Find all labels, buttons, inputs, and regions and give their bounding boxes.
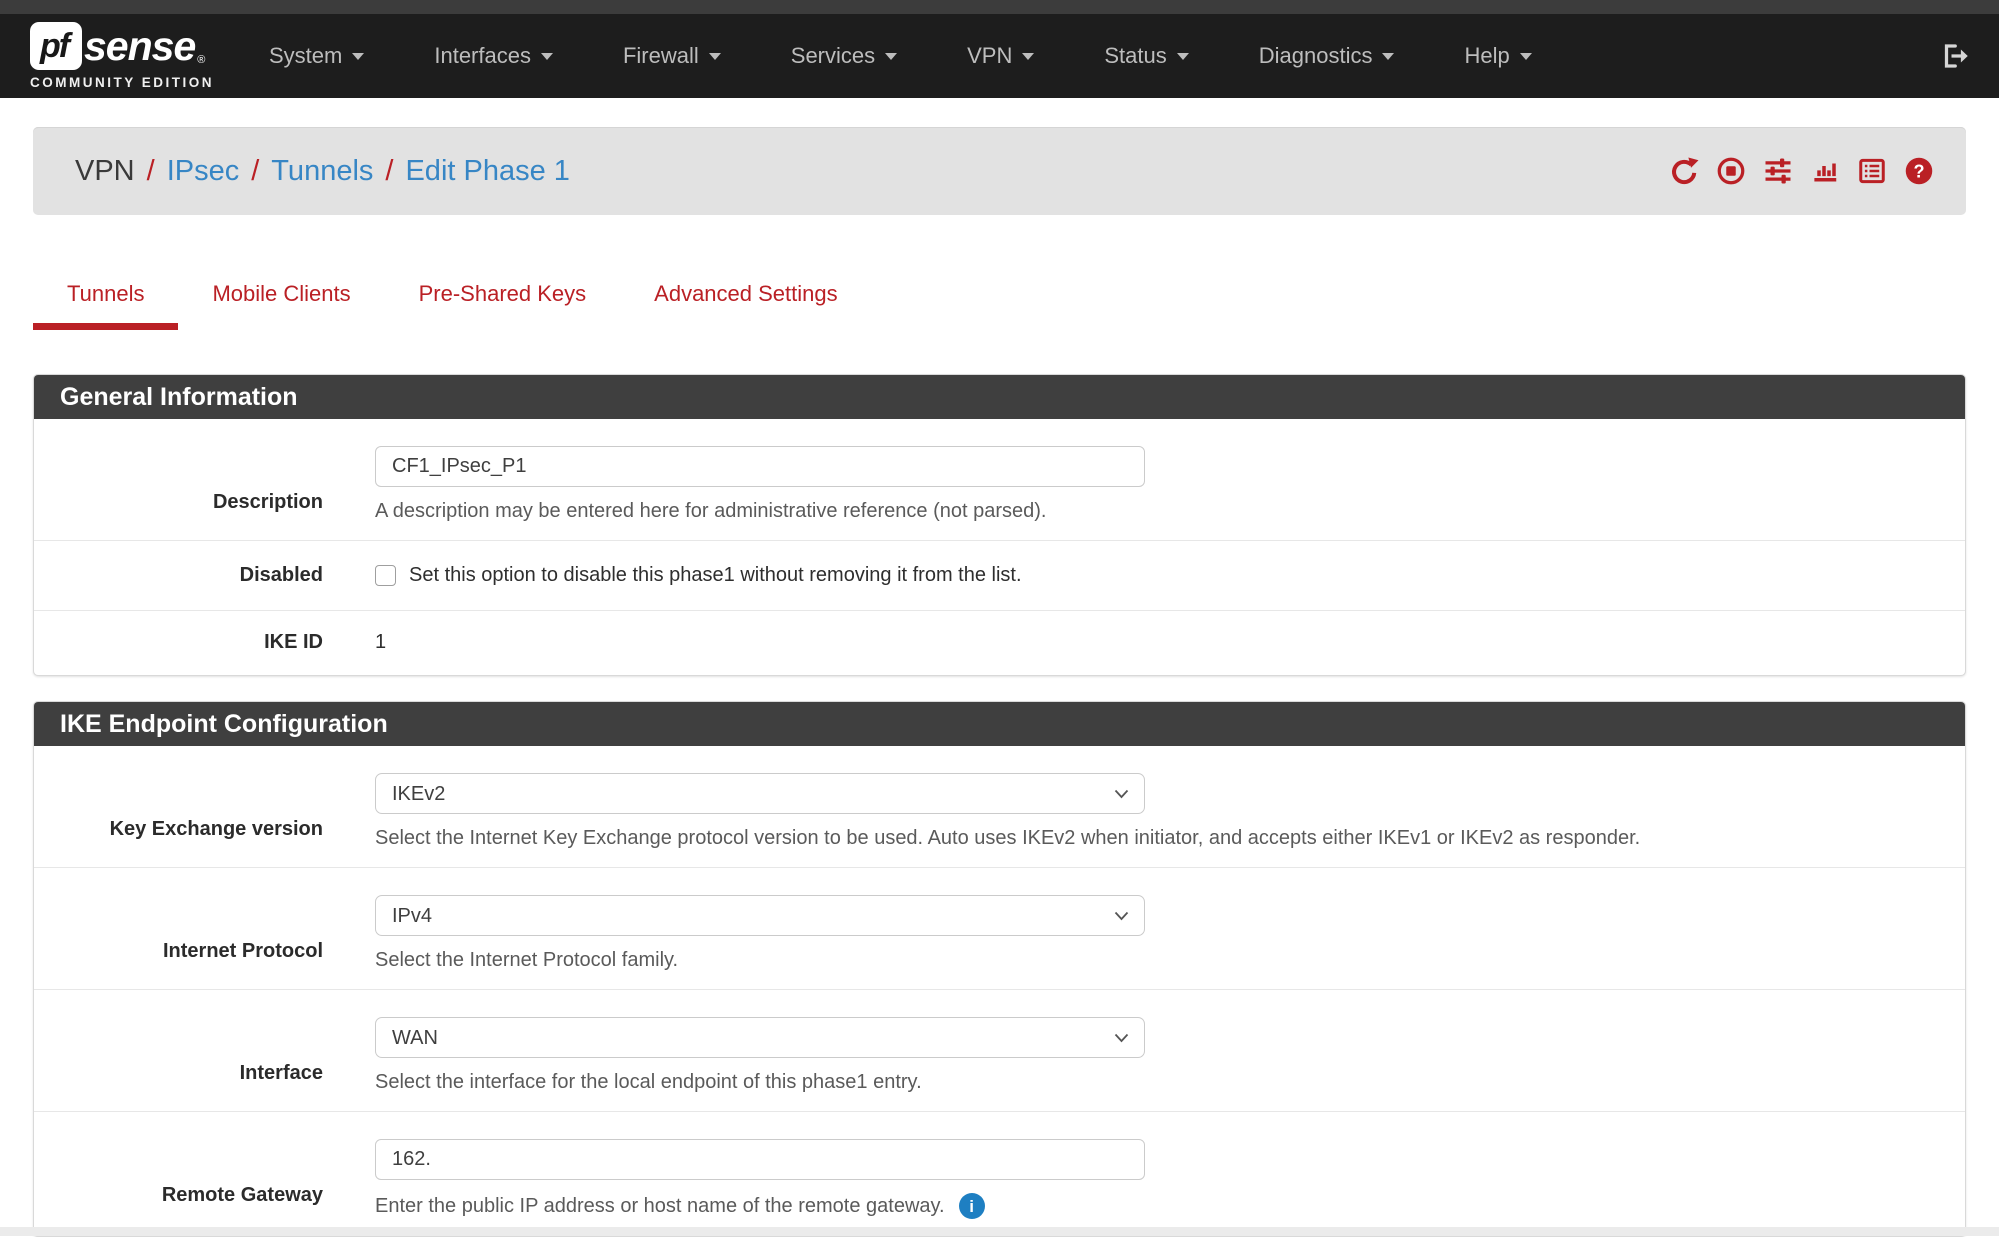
ike-id-value: 1 <box>375 631 386 653</box>
section-title-general-information: General Information <box>34 375 1965 419</box>
ike-id-label: IKE ID <box>34 631 323 654</box>
sign-out-icon[interactable] <box>1939 41 1969 71</box>
internet-protocol-select[interactable]: IPv4 <box>375 895 1145 936</box>
pf-logo-text: pf <box>40 27 68 66</box>
page-header-actions: ? <box>1669 156 1934 186</box>
breadcrumb-tunnels[interactable]: Tunnels <box>271 155 373 188</box>
description-label: Description <box>34 446 323 523</box>
key-exchange-select[interactable]: IKEv2 <box>375 773 1145 814</box>
main-menu: System Interfaces Firewall Services VPN … <box>234 43 1567 69</box>
caret-down-icon <box>1520 53 1532 60</box>
description-help: A description may be entered here for ad… <box>375 500 1925 523</box>
caret-down-icon <box>885 53 897 60</box>
caret-down-icon <box>1382 53 1394 60</box>
caret-down-icon <box>352 53 364 60</box>
sense-logo-text: sense <box>84 23 195 70</box>
caret-down-icon <box>1022 53 1034 60</box>
ike-id-row: IKE ID 1 <box>34 611 1965 675</box>
menu-status[interactable]: Status <box>1069 43 1223 69</box>
tab-mobile-clients[interactable]: Mobile Clients <box>178 267 384 330</box>
log-list-icon[interactable] <box>1857 156 1887 186</box>
key-exchange-help: Select the Internet Key Exchange protoco… <box>375 827 1925 850</box>
caret-down-icon <box>1177 53 1189 60</box>
breadcrumb-edit-phase-1[interactable]: Edit Phase 1 <box>405 155 569 188</box>
svg-text:?: ? <box>1913 162 1924 182</box>
menu-firewall[interactable]: Firewall <box>588 43 756 69</box>
breadcrumb-vpn: VPN <box>75 155 135 188</box>
interface-row: Interface WAN Select the interface for t… <box>34 990 1965 1112</box>
interface-help: Select the interface for the local endpo… <box>375 1071 1925 1094</box>
breadcrumb-separator: / <box>135 155 167 188</box>
registered-mark: ® <box>197 54 205 66</box>
bar-chart-icon[interactable] <box>1810 156 1840 186</box>
menu-services[interactable]: Services <box>756 43 932 69</box>
key-exchange-label: Key Exchange version <box>34 773 323 850</box>
tab-tunnels[interactable]: Tunnels <box>33 267 178 330</box>
general-information-panel: General Information Description A descri… <box>33 374 1966 676</box>
sliders-icon[interactable] <box>1763 156 1793 186</box>
remote-gateway-input[interactable] <box>375 1139 1145 1180</box>
info-icon[interactable]: i <box>959 1193 985 1219</box>
menu-interfaces[interactable]: Interfaces <box>399 43 588 69</box>
top-navbar: pf sense ® COMMUNITY EDITION System Inte… <box>0 14 1999 98</box>
disabled-checkbox[interactable] <box>375 565 396 586</box>
caret-down-icon <box>709 53 721 60</box>
disabled-row: Disabled Set this option to disable this… <box>34 541 1965 611</box>
tab-pre-shared-keys[interactable]: Pre-Shared Keys <box>385 267 621 330</box>
bottom-edge-strip <box>0 1227 1999 1236</box>
breadcrumb-separator: / <box>239 155 271 188</box>
help-icon[interactable]: ? <box>1904 156 1934 186</box>
breadcrumb-separator: / <box>373 155 405 188</box>
internet-protocol-label: Internet Protocol <box>34 895 323 972</box>
pf-logo-box: pf <box>30 22 82 70</box>
internet-protocol-help: Select the Internet Protocol family. <box>375 949 1925 972</box>
disabled-checkbox-text: Set this option to disable this phase1 w… <box>409 564 1022 587</box>
tab-advanced-settings[interactable]: Advanced Settings <box>620 267 871 330</box>
remote-gateway-help: Enter the public IP address or host name… <box>375 1195 945 1218</box>
interface-label: Interface <box>34 1017 323 1094</box>
tab-bar: Tunnels Mobile Clients Pre-Shared Keys A… <box>33 267 1966 330</box>
key-exchange-row: Key Exchange version IKEv2 Select the In… <box>34 746 1965 868</box>
menu-diagnostics[interactable]: Diagnostics <box>1224 43 1430 69</box>
menu-vpn[interactable]: VPN <box>932 43 1069 69</box>
page-header: VPN / IPsec / Tunnels / Edit Phase 1 ? <box>33 127 1966 215</box>
remote-gateway-row: Remote Gateway Enter the public IP addre… <box>34 1112 1965 1236</box>
internet-protocol-row: Internet Protocol IPv4 Select the Intern… <box>34 868 1965 990</box>
description-row: Description A description may be entered… <box>34 419 1965 541</box>
caret-down-icon <box>541 53 553 60</box>
ike-endpoint-panel: IKE Endpoint Configuration Key Exchange … <box>33 701 1966 1237</box>
section-title-ike-endpoint: IKE Endpoint Configuration <box>34 702 1965 746</box>
stop-icon[interactable] <box>1716 156 1746 186</box>
menu-system[interactable]: System <box>234 43 399 69</box>
window-chrome-strip <box>0 0 1999 14</box>
community-edition-label: COMMUNITY EDITION <box>30 75 220 90</box>
pfsense-logo[interactable]: pf sense ® COMMUNITY EDITION <box>30 22 220 90</box>
breadcrumb: VPN / IPsec / Tunnels / Edit Phase 1 <box>75 155 570 188</box>
refresh-icon[interactable] <box>1669 156 1699 186</box>
interface-select[interactable]: WAN <box>375 1017 1145 1058</box>
breadcrumb-ipsec[interactable]: IPsec <box>167 155 240 188</box>
description-input[interactable] <box>375 446 1145 487</box>
disabled-label: Disabled <box>34 564 323 587</box>
remote-gateway-label: Remote Gateway <box>34 1139 323 1219</box>
menu-help[interactable]: Help <box>1429 43 1566 69</box>
